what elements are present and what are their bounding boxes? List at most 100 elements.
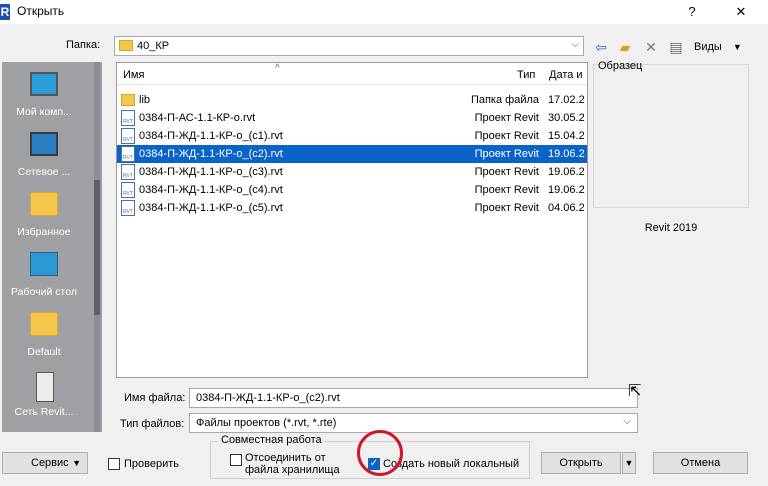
place-desktop[interactable]: Рабочий стол: [4, 246, 84, 304]
revit-app-icon: R: [0, 4, 10, 20]
views-icon[interactable]: ▤: [667, 37, 685, 57]
place-label: Сеть Revit...: [14, 406, 74, 418]
rvt-file-icon: [121, 164, 135, 180]
list-header: ^ Имя Тип Дата и: [117, 63, 587, 85]
folder-icon: [119, 40, 133, 51]
places-bar: Мой комп... Сетевое ... Избранное Рабочи…: [2, 62, 102, 432]
dropdown-arrow-icon: ▼: [72, 458, 81, 468]
new-folder-icon[interactable]: ▰: [616, 37, 634, 57]
item-type: Проект Revit: [474, 202, 539, 214]
place-label: Мой комп...: [16, 106, 72, 118]
open-button[interactable]: Открыть: [541, 452, 621, 474]
item-type: Проект Revit: [474, 184, 539, 196]
place-revit-server[interactable]: Сеть Revit...: [4, 366, 84, 424]
default-folder-icon: [30, 312, 58, 336]
folder-combo[interactable]: 40_КР ⌵: [114, 36, 584, 56]
item-type: Проект Revit: [474, 112, 539, 124]
list-item[interactable]: 0384-П-АС-1.1-КР-о.rvt Проект Revit 30.0…: [117, 109, 587, 127]
item-date: 19.06.2: [548, 148, 585, 160]
rvt-file-icon: [121, 182, 135, 198]
item-type: Папка файла: [470, 94, 539, 106]
folder-icon: [121, 94, 135, 106]
mouse-cursor-icon: ⇱: [628, 383, 642, 400]
annotation-circle: [357, 430, 403, 476]
network-icon: [30, 132, 58, 156]
list-item[interactable]: 0384-П-ЖД-1.1-КР-о_(с5).rvt Проект Revit…: [117, 199, 587, 217]
place-my-computer[interactable]: Мой комп...: [4, 66, 84, 124]
title-bar: R Открыть ? ✕: [0, 0, 768, 24]
sort-up-icon: ^: [275, 63, 280, 74]
views-label: Виды: [694, 41, 722, 53]
rvt-file-icon: [121, 110, 135, 126]
delete-icon[interactable]: ✕: [642, 37, 660, 57]
chevron-down-icon[interactable]: ⌵: [571, 39, 579, 50]
create-local-label: Создать новый локальный: [383, 458, 520, 470]
favorites-folder-icon: [30, 192, 58, 216]
column-type[interactable]: Тип: [517, 69, 535, 81]
rvt-file-icon: [121, 200, 135, 216]
cancel-button[interactable]: Отмена: [653, 452, 748, 474]
folder-value: 40_КР: [137, 40, 170, 52]
item-name: 0384-П-ЖД-1.1-КР-о_(с5).rvt: [139, 202, 283, 214]
collaboration-legend: Совместная работа: [218, 434, 325, 446]
detach-checkbox[interactable]: [230, 454, 242, 466]
views-button[interactable]: Виды ▼: [694, 37, 744, 57]
item-type: Проект Revit: [474, 130, 539, 142]
file-list[interactable]: ^ Имя Тип Дата и lib Папка файла 17.02.2…: [116, 62, 588, 378]
desktop-icon: [30, 252, 58, 276]
verify-label: Проверить: [124, 458, 180, 470]
place-label: Сетевое ...: [17, 166, 71, 178]
place-label: Избранное: [17, 226, 71, 238]
item-name: 0384-П-АС-1.1-КР-о.rvt: [139, 112, 256, 124]
places-scroll-thumb[interactable]: [94, 180, 100, 315]
preview-label: Образец: [598, 60, 643, 72]
computer-icon: [30, 72, 58, 96]
place-label: Рабочий стол: [11, 286, 77, 298]
back-icon[interactable]: ⇦: [592, 37, 610, 57]
list-item[interactable]: 0384-П-ЖД-1.1-КР-о_(с3).rvt Проект Revit…: [117, 163, 587, 181]
item-name: 0384-П-ЖД-1.1-КР-о_(с4).rvt: [139, 184, 283, 196]
item-date: 19.06.2: [548, 166, 585, 178]
list-item[interactable]: 0384-П-ЖД-1.1-КР-о_(с1).rvt Проект Revit…: [117, 127, 587, 145]
item-date: 19.06.2: [548, 184, 585, 196]
place-default[interactable]: Default: [4, 306, 84, 364]
item-date: 17.02.2: [548, 94, 585, 106]
item-name: 0384-П-ЖД-1.1-КР-о_(с3).rvt: [139, 166, 283, 178]
filetype-label: Тип файлов:: [120, 418, 185, 430]
item-date: 04.06.2: [548, 202, 585, 214]
preview-version: Revit 2019: [644, 222, 698, 234]
close-button[interactable]: ✕: [726, 2, 756, 22]
place-network[interactable]: Сетевое ...: [4, 126, 84, 184]
dialog-title: Открыть: [17, 4, 65, 18]
item-date: 30.05.2: [548, 112, 585, 124]
list-item-selected[interactable]: 0384-П-ЖД-1.1-КР-о_(с2).rvt Проект Revit…: [117, 145, 587, 163]
help-button[interactable]: ?: [682, 2, 702, 22]
column-date[interactable]: Дата и: [549, 69, 587, 81]
filetype-value: Файлы проектов (*.rvt, *.rte): [196, 417, 337, 429]
filetype-select[interactable]: Файлы проектов (*.rvt, *.rte) ⌵: [189, 413, 638, 433]
item-type: Проект Revit: [474, 148, 539, 160]
revit-server-icon: [36, 372, 54, 402]
item-name: lib: [139, 94, 151, 106]
column-name[interactable]: Имя: [123, 69, 144, 81]
rvt-file-icon: [121, 146, 135, 162]
item-type: Проект Revit: [474, 166, 539, 178]
service-button[interactable]: Сервис ▼: [2, 452, 88, 474]
open-dialog: R Открыть ? ✕ Папка: 40_КР ⌵ ⇦ ▰ ✕ ▤ Вид…: [0, 0, 768, 486]
item-name: 0384-П-ЖД-1.1-КР-о_(с2).rvt: [139, 148, 283, 160]
verify-checkbox[interactable]: [108, 458, 120, 470]
rvt-file-icon: [121, 128, 135, 144]
list-item[interactable]: lib Папка файла 17.02.2: [117, 91, 587, 109]
service-label: Сервис: [31, 457, 69, 469]
place-label: Default: [27, 346, 61, 358]
filename-input[interactable]: 0384-П-ЖД-1.1-КР-о_(с2).rvt: [189, 388, 638, 408]
open-dropdown-button[interactable]: ▼: [622, 452, 636, 474]
chevron-down-icon[interactable]: ⌵: [623, 416, 631, 427]
item-date: 15.04.2: [548, 130, 585, 142]
detach-label: Отсоединить от файла хранилища: [245, 452, 340, 476]
views-dropdown-icon: ▼: [732, 42, 742, 52]
preview-pane: [593, 64, 749, 208]
place-favorites[interactable]: Избранное: [4, 186, 84, 244]
list-item[interactable]: 0384-П-ЖД-1.1-КР-о_(с4).rvt Проект Revit…: [117, 181, 587, 199]
item-name: 0384-П-ЖД-1.1-КР-о_(с1).rvt: [139, 130, 283, 142]
